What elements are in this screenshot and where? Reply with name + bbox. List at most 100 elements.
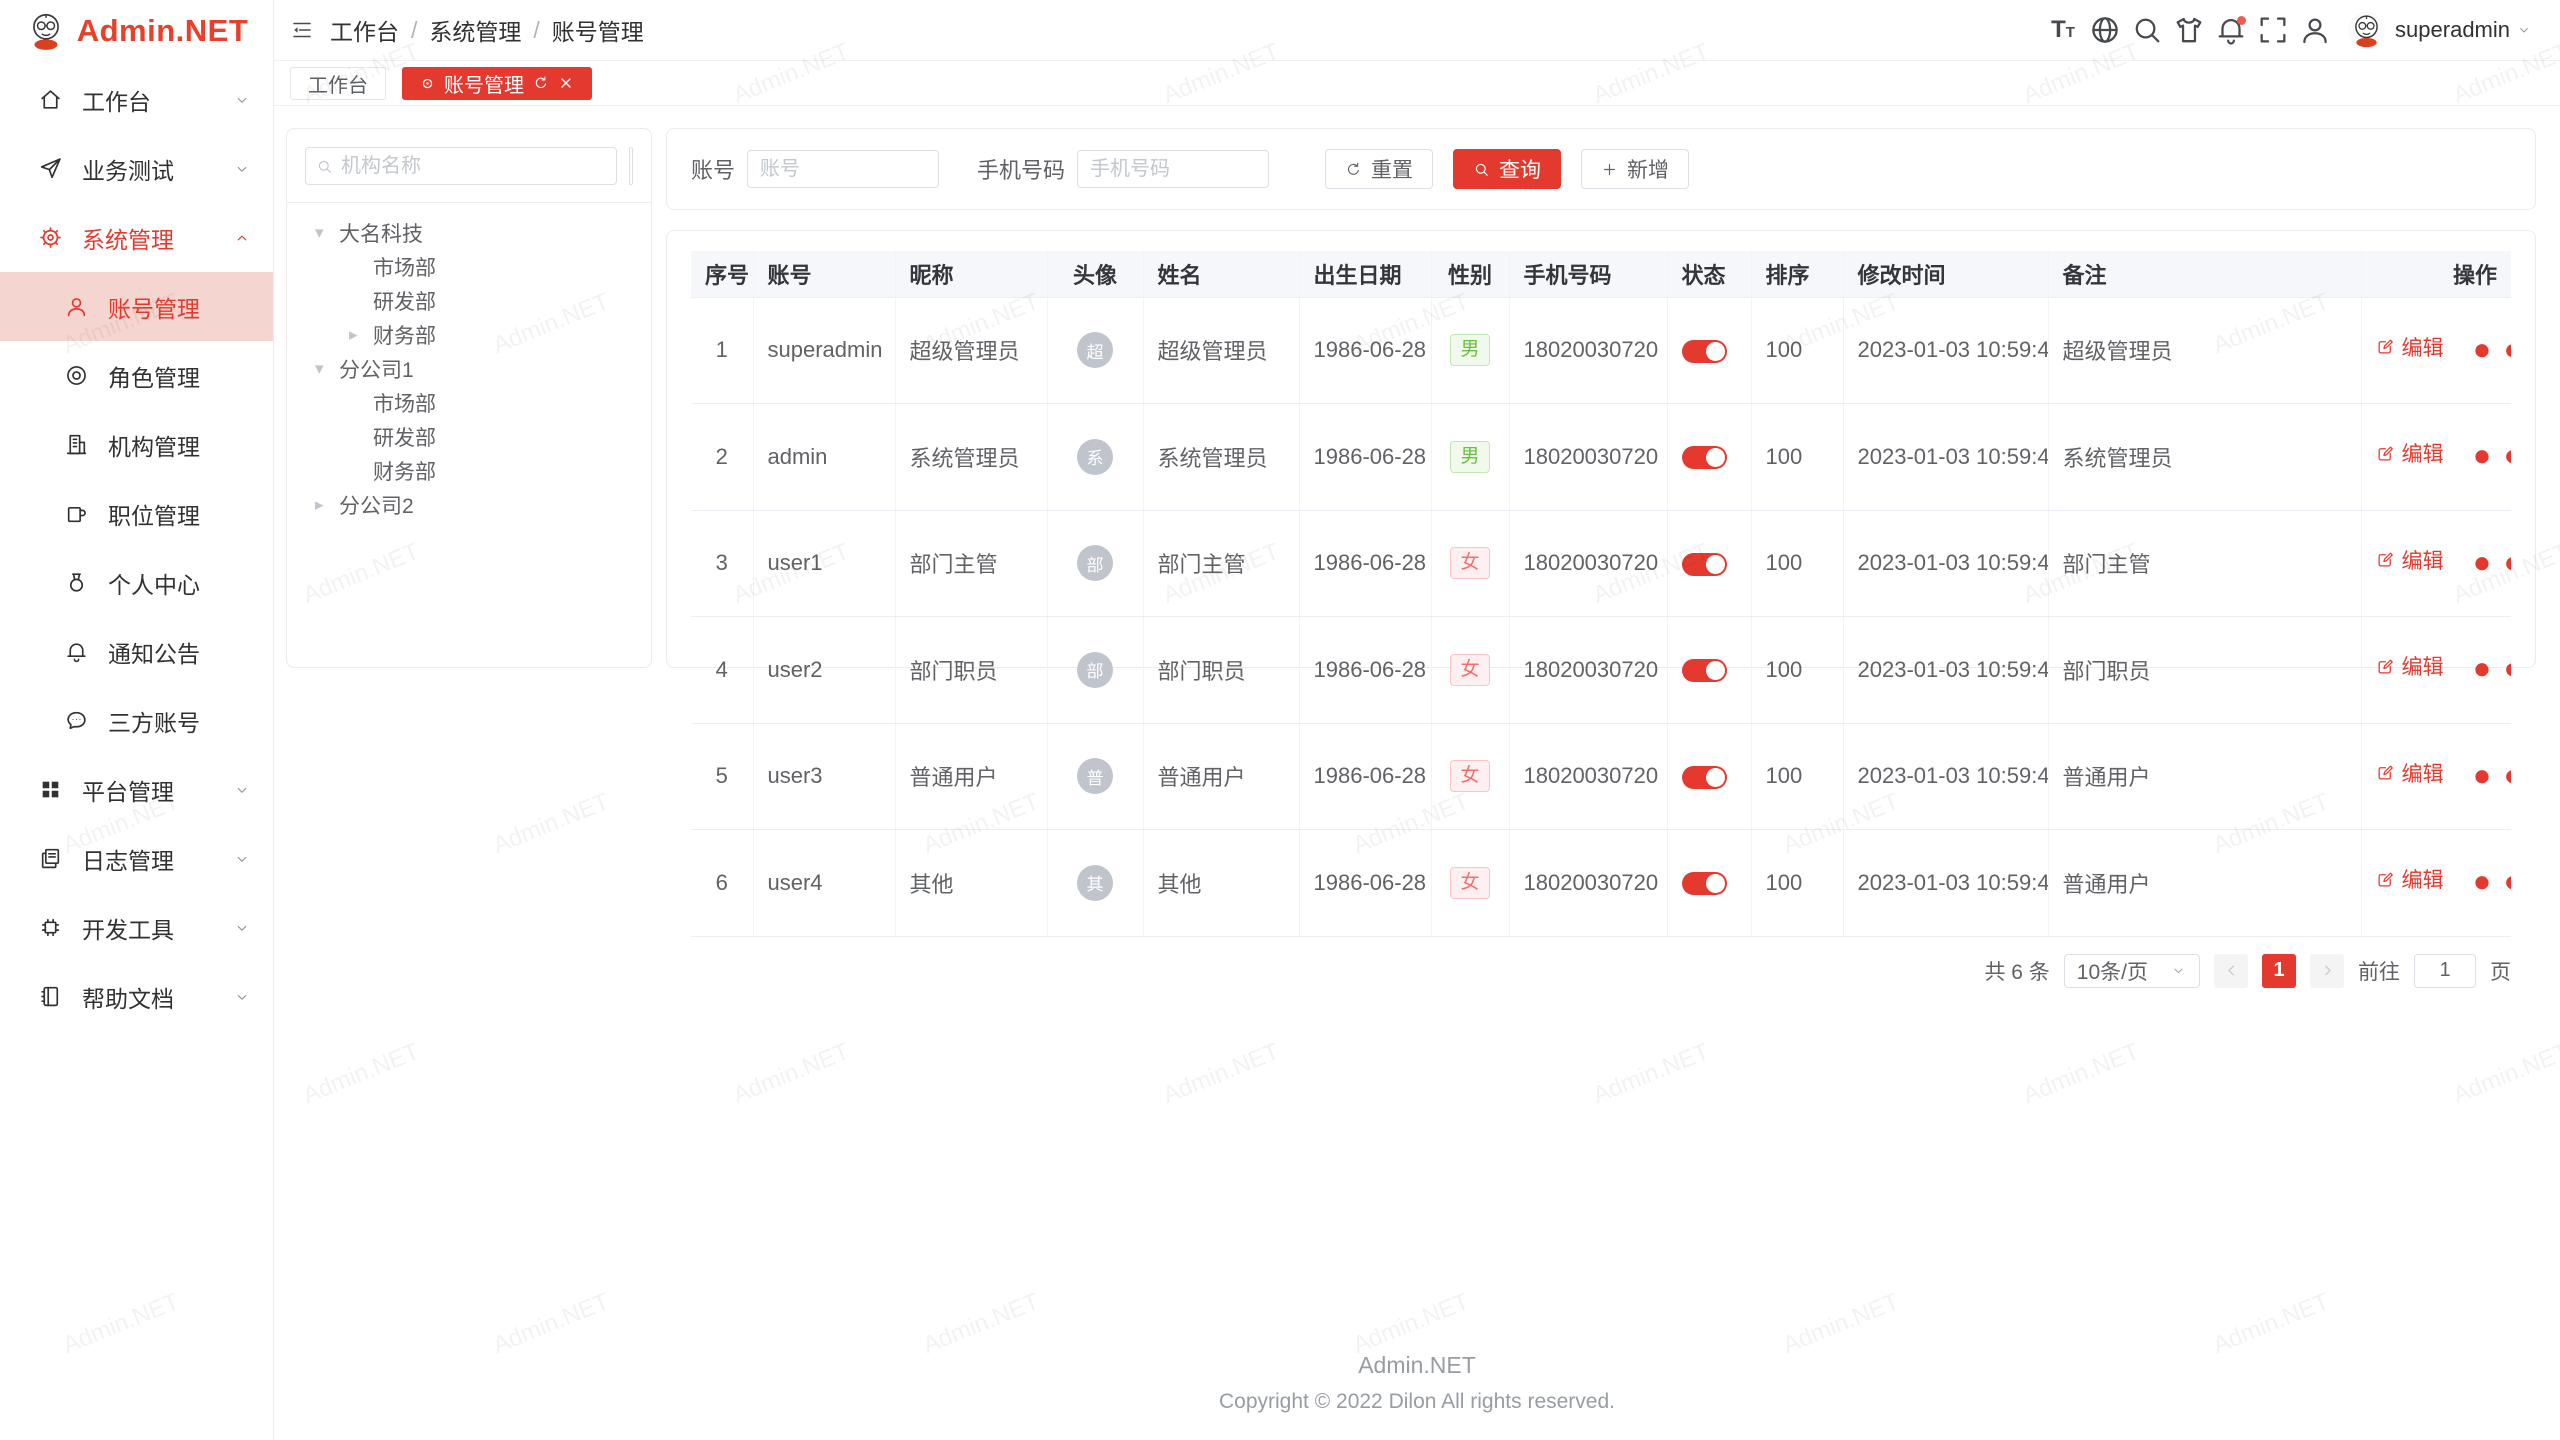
breadcrumb-item[interactable]: 系统管理 <box>429 13 521 47</box>
account-user-icon <box>64 294 89 319</box>
column-header-remark: 备注 <box>2048 251 2361 297</box>
tree-node[interactable]: ▾大名科技 <box>305 216 633 250</box>
close-icon[interactable] <box>558 75 574 91</box>
fullscreen-icon[interactable] <box>2252 13 2294 47</box>
org-tree: ▾大名科技市场部研发部▸财务部▾分公司1市场部研发部财务部▸分公司2 <box>305 216 633 522</box>
chevron-down-icon <box>233 160 251 178</box>
sidebar-item-organization[interactable]: 机构管理 <box>0 410 273 479</box>
sidebar-item-role[interactable]: 角色管理 <box>0 341 273 410</box>
tree-node[interactable]: ▸财务部 <box>305 318 633 352</box>
phone-input[interactable] <box>1077 150 1269 188</box>
sidebar-item-third-party[interactable]: 三方账号 <box>0 686 273 755</box>
caret-down-icon[interactable]: ▾ <box>315 359 339 379</box>
theme-icon[interactable] <box>2168 13 2210 47</box>
status-toggle[interactable] <box>1682 872 1727 895</box>
chevron-down-icon[interactable] <box>2516 22 2532 38</box>
chevron-down-icon <box>233 988 251 1006</box>
edit-button[interactable]: 编辑 <box>2376 758 2444 788</box>
cell-ops: 编辑 <box>2361 510 2511 617</box>
status-toggle[interactable] <box>1682 553 1727 576</box>
cell-account: user1 <box>753 510 895 617</box>
edit-button[interactable]: 编辑 <box>2376 545 2444 575</box>
tree-node[interactable]: 市场部 <box>305 386 633 420</box>
edit-button[interactable]: 编辑 <box>2376 651 2444 681</box>
sidebar-item-workbench[interactable]: 工作台 <box>0 65 273 134</box>
sidebar-item-log[interactable]: 日志管理 <box>0 824 273 893</box>
notification-icon[interactable] <box>2210 13 2252 47</box>
next-page-button[interactable] <box>2310 954 2344 988</box>
account-input[interactable] <box>747 150 939 188</box>
org-search-field <box>305 147 617 185</box>
edit-button[interactable]: 编辑 <box>2376 332 2444 362</box>
cell-phone: 18020030720 <box>1509 723 1667 830</box>
chevron-left-icon <box>2223 962 2240 979</box>
sidebar-item-platform[interactable]: 平台管理 <box>0 755 273 824</box>
status-toggle[interactable] <box>1682 446 1727 469</box>
org-search-input[interactable] <box>341 155 606 178</box>
cell-order: 100 <box>1751 297 1843 404</box>
caret-down-icon[interactable]: ▾ <box>315 223 339 243</box>
page-number-1[interactable]: 1 <box>2262 954 2296 988</box>
tab-account[interactable]: 账号管理 <box>402 67 592 100</box>
username[interactable]: superadmin <box>2395 17 2510 43</box>
status-toggle[interactable] <box>1682 766 1727 789</box>
sidebar-item-business-test[interactable]: 业务测试 <box>0 134 273 203</box>
sidebar-item-account[interactable]: 账号管理 <box>0 272 273 341</box>
reset-button[interactable]: 重置 <box>1325 149 1433 189</box>
sidebar-item-notice[interactable]: 通知公告 <box>0 617 273 686</box>
more-actions-button[interactable] <box>2460 617 2512 723</box>
tree-node[interactable]: ▸分公司2 <box>305 488 633 522</box>
collapse-sidebar-icon[interactable] <box>290 18 314 42</box>
caret-right-icon[interactable]: ▸ <box>315 495 339 515</box>
edit-button[interactable]: 编辑 <box>2376 438 2444 468</box>
edit-icon <box>2376 657 2395 676</box>
edit-button[interactable]: 编辑 <box>2376 864 2444 894</box>
cell-birthday: 1986-06-28 <box>1299 510 1431 617</box>
status-toggle[interactable] <box>1682 659 1727 682</box>
org-more-button[interactable] <box>629 147 633 185</box>
breadcrumb-item[interactable]: 工作台 <box>330 13 399 47</box>
edit-icon <box>2376 444 2395 463</box>
org-tree-panel: ▾大名科技市场部研发部▸财务部▾分公司1市场部研发部财务部▸分公司2 <box>286 128 652 668</box>
add-button[interactable]: 新增 <box>1581 149 1689 189</box>
more-actions-button[interactable] <box>2460 404 2512 510</box>
cell-sex: 男 <box>1431 297 1509 404</box>
search-button[interactable]: 查询 <box>1453 149 1561 189</box>
page-size-select[interactable]: 10条/页 <box>2064 954 2200 988</box>
profile-icon <box>64 570 89 595</box>
caret-right-icon[interactable]: ▸ <box>349 325 373 345</box>
font-size-icon[interactable]: TT <box>2042 13 2084 47</box>
tree-node[interactable]: 研发部 <box>305 420 633 454</box>
tree-node[interactable]: 市场部 <box>305 250 633 284</box>
more-actions-button[interactable] <box>2460 724 2512 830</box>
prev-page-button[interactable] <box>2214 954 2248 988</box>
cell-sex: 女 <box>1431 617 1509 724</box>
sidebar-item-label: 平台管理 <box>82 773 174 807</box>
status-toggle[interactable] <box>1682 340 1727 363</box>
cell-ops: 编辑 <box>2361 404 2511 511</box>
more-actions-button[interactable] <box>2460 298 2512 404</box>
content: ▾大名科技市场部研发部▸财务部▾分公司1市场部研发部财务部▸分公司2 账号 手机… <box>274 106 2560 1338</box>
tab-workbench[interactable]: 工作台 <box>290 67 386 100</box>
more-actions-button[interactable] <box>2460 511 2512 617</box>
sidebar-item-profile[interactable]: 个人中心 <box>0 548 273 617</box>
user-icon[interactable] <box>2294 13 2336 47</box>
sidebar-item-docs[interactable]: 帮助文档 <box>0 962 273 1031</box>
search-icon[interactable] <box>2126 13 2168 47</box>
total-count: 共 6 条 <box>1984 956 2049 986</box>
cell-birthday: 1986-06-28 <box>1299 830 1431 937</box>
sidebar-item-devtools[interactable]: 开发工具 <box>0 893 273 962</box>
user-avatar[interactable] <box>2348 12 2385 49</box>
sidebar-item-system-management[interactable]: 系统管理 <box>0 203 273 272</box>
goto-page-input[interactable] <box>2414 954 2476 988</box>
cell-remark: 部门职员 <box>2048 617 2361 724</box>
tree-node[interactable]: 财务部 <box>305 454 633 488</box>
breadcrumb-item[interactable]: 账号管理 <box>552 13 644 47</box>
refresh-icon[interactable] <box>533 75 549 91</box>
language-icon[interactable] <box>2084 13 2126 47</box>
more-actions-button[interactable] <box>2460 830 2512 936</box>
tree-node[interactable]: ▾分公司1 <box>305 352 633 386</box>
sidebar-item-position[interactable]: 职位管理 <box>0 479 273 548</box>
chevron-right-icon <box>2319 962 2336 979</box>
tree-node[interactable]: 研发部 <box>305 284 633 318</box>
